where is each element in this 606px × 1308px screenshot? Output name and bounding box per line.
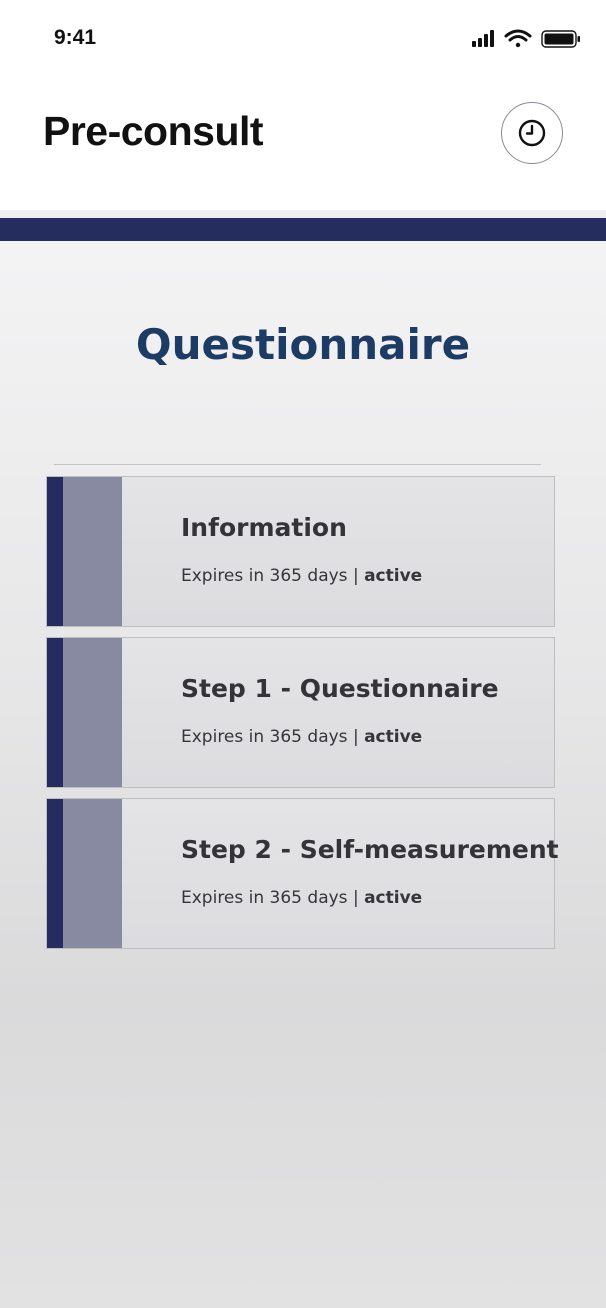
card-step-1-questionnaire[interactable]: Step 1 - Questionnaire Expires in 365 da… [46,637,555,788]
card-separator: | [352,566,359,586]
card-expiry: Expires in 365 days [181,888,348,908]
card-accent-bar [47,638,63,787]
card-status: active [364,566,423,586]
card-separator: | [352,888,359,908]
card-meta: Expires in 365 days | active [181,727,422,747]
brand-band [0,218,606,241]
card-step-2-self-measurement[interactable]: Step 2 - Self-measurement Expires in 365… [46,798,559,949]
status-time: 9:41 [54,26,97,49]
cellular-signal-icon [472,30,494,47]
wifi-icon [504,29,532,48]
card-accent-bar [47,477,63,626]
card-meta: Expires in 365 days | active [181,888,422,908]
battery-icon [541,30,580,48]
app-header: Pre-consult [0,78,606,210]
page-title: Pre-consult [43,108,264,154]
card-status: active [364,727,423,747]
card-information[interactable]: Information Expires in 365 days | active [46,476,555,627]
card-meta: Expires in 365 days | active [181,566,422,586]
header-gap [0,210,606,218]
card-side-band [63,799,122,948]
card-separator: | [352,727,359,747]
card-title: Step 1 - Questionnaire [181,674,499,703]
clock-icon [518,119,546,147]
card-title: Step 2 - Self-measurement [181,835,559,864]
card-accent-bar [47,799,63,948]
card-expiry: Expires in 365 days [181,566,348,586]
card-expiry: Expires in 365 days [181,727,348,747]
card-title: Information [181,513,347,542]
card-status: active [364,888,423,908]
status-icons [470,26,582,52]
status-bar: 9:41 [0,0,606,78]
card-side-band [63,477,122,626]
section-title: Questionnaire [135,320,471,369]
history-button[interactable] [501,102,563,164]
divider [54,464,541,465]
card-side-band [63,638,122,787]
